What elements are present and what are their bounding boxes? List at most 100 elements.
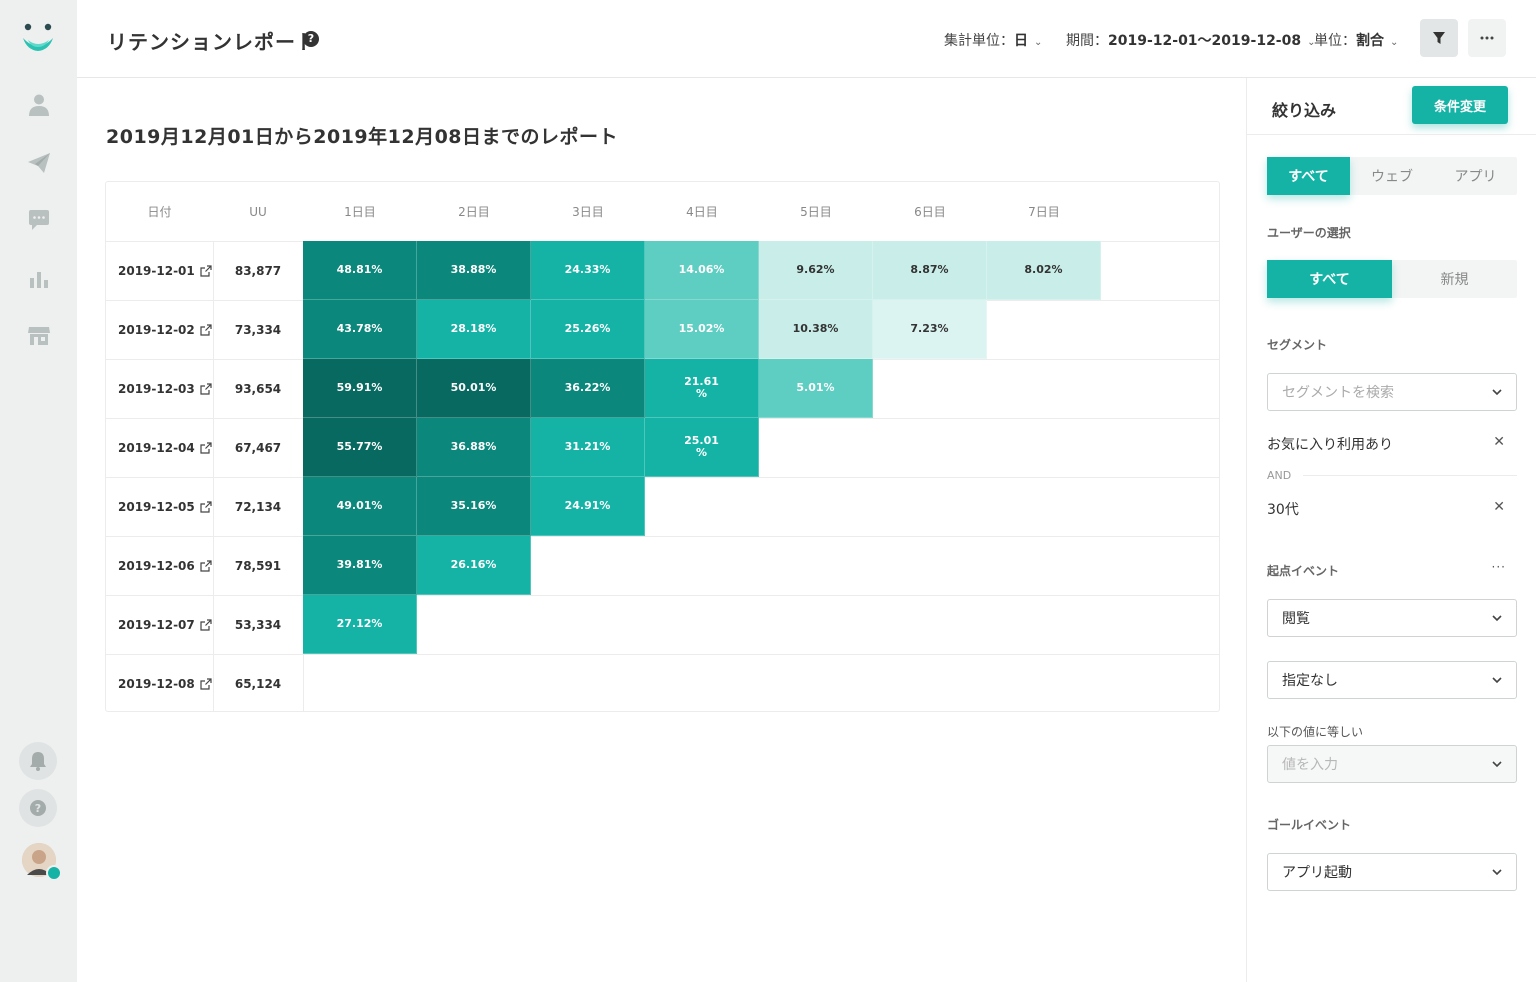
value-input-placeholder: 値を入力 [1282, 757, 1338, 773]
retention-cell[interactable]: 25.26% [531, 300, 645, 359]
external-link-icon [200, 442, 212, 454]
retention-cell[interactable]: 49.01% [303, 477, 417, 536]
svg-text:?: ? [35, 802, 41, 815]
retention-cell[interactable]: 7.23% [873, 300, 987, 359]
user-icon [29, 94, 49, 116]
bar-chart-icon [30, 272, 48, 288]
nav-users[interactable] [24, 90, 54, 120]
period-value: 2019-12-01〜2019-12-08 [1108, 33, 1302, 49]
retention-cell[interactable]: 38.88% [417, 241, 531, 300]
retention-cell[interactable]: 36.22% [531, 359, 645, 418]
retention-cell[interactable]: 55.77% [303, 418, 417, 477]
goal-event-value: アプリ起動 [1282, 865, 1352, 881]
retention-cell[interactable]: 21.61 % [645, 359, 759, 418]
retention-cell[interactable]: 9.62% [759, 241, 873, 300]
tab-platform-web[interactable]: ウェブ [1350, 157, 1434, 195]
help-circle-icon[interactable]: ? [303, 31, 319, 47]
retention-cell[interactable]: 39.81% [303, 536, 417, 595]
aggregation-dropdown[interactable]: 集計単位：日 ⌄ [944, 30, 1042, 50]
equals-label: 以下の値に等しい [1267, 725, 1364, 739]
start-event-select[interactable]: 閲覧 [1267, 599, 1517, 637]
retention-cell[interactable]: 31.21% [531, 418, 645, 477]
retention-cell[interactable]: 28.18% [417, 300, 531, 359]
row-date: 2019-12-06 [118, 559, 195, 573]
goal-event-label: ゴールイベント [1267, 818, 1352, 832]
retention-cell[interactable]: 10.38% [759, 300, 873, 359]
start-event-property-select[interactable]: 指定なし [1267, 661, 1517, 699]
retention-cell[interactable]: 48.81% [303, 241, 417, 300]
goal-event-select[interactable]: アプリ起動 [1267, 853, 1517, 891]
more-horizontal-icon[interactable]: ··· [1492, 560, 1506, 574]
segment-search-select[interactable]: セグメントを検索 [1267, 373, 1517, 411]
retention-cell[interactable]: 26.16% [417, 536, 531, 595]
row-date-link[interactable]: 2019-12-03 [106, 360, 213, 418]
more-horizontal-icon [1480, 36, 1494, 40]
condition-label: お気に入り利用あり [1267, 437, 1393, 453]
condition-label: 30代 [1267, 502, 1299, 518]
store-icon [28, 327, 50, 345]
left-nav-rail: ? [0, 0, 77, 982]
row-uu: 72,134 [234, 500, 282, 514]
row-date-link[interactable]: 2019-12-02 [106, 301, 213, 359]
retention-cell[interactable]: 43.78% [303, 300, 417, 359]
value-input[interactable]: 値を入力 [1267, 745, 1517, 783]
row-date-link[interactable]: 2019-12-08 [106, 655, 213, 713]
tab-platform-app[interactable]: アプリ [1434, 157, 1517, 195]
external-link-icon [200, 678, 212, 690]
tab-user-all[interactable]: すべて [1267, 260, 1392, 298]
retention-cell[interactable]: 27.12% [303, 595, 417, 654]
chevron-down-icon [1492, 389, 1502, 396]
report-title: 2019月12月01日から2019年12月08日までのレポート [106, 126, 619, 148]
retention-cell[interactable]: 50.01% [417, 359, 531, 418]
row-uu: 78,591 [234, 559, 282, 573]
retention-cell[interactable]: 36.88% [417, 418, 531, 477]
retention-cell[interactable]: 14.06% [645, 241, 759, 300]
notifications-button[interactable] [19, 742, 57, 780]
row-date-link[interactable]: 2019-12-06 [106, 537, 213, 595]
row-date-link[interactable]: 2019-12-04 [106, 419, 213, 477]
nav-store[interactable] [24, 320, 54, 350]
nav-messages[interactable] [24, 205, 54, 235]
retention-cell[interactable]: 15.02% [645, 300, 759, 359]
row-date: 2019-12-04 [118, 441, 195, 455]
filter-panel: 絞り込み 条件変更 すべて ウェブ アプリ ユーザーの選択 すべて 新規 セグメ… [1246, 78, 1536, 982]
row-date: 2019-12-01 [118, 264, 195, 278]
period-dropdown[interactable]: 期間：2019-12-01〜2019-12-08 ⌄ [1066, 30, 1316, 50]
nav-reports[interactable] [24, 263, 54, 293]
retention-cell[interactable]: 24.91% [531, 477, 645, 536]
row-date-link[interactable]: 2019-12-01 [106, 242, 213, 300]
apply-conditions-button[interactable]: 条件変更 [1412, 86, 1508, 124]
aggregation-label: 集計単位： [944, 33, 1014, 49]
external-link-icon [200, 560, 212, 572]
period-label: 期間： [1066, 33, 1108, 49]
user-select-label: ユーザーの選択 [1267, 226, 1351, 240]
page-title: リテンションレポート [107, 30, 317, 54]
retention-cell[interactable]: 24.33% [531, 241, 645, 300]
filter-panel-title: 絞り込み [1272, 101, 1337, 120]
brand-logo-icon[interactable] [19, 20, 57, 56]
retention-cell[interactable]: 8.02% [987, 241, 1101, 300]
more-button[interactable] [1468, 19, 1506, 57]
chat-icon [29, 210, 49, 230]
top-header: リテンションレポート ? 集計単位：日 ⌄ 期間：2019-12-01〜2019-… [77, 0, 1536, 78]
chevron-down-icon [1492, 869, 1502, 876]
column-header-date: 日付 [147, 205, 172, 219]
close-icon[interactable]: ✕ [1493, 499, 1505, 515]
avatar[interactable] [22, 843, 62, 881]
unit-dropdown[interactable]: 単位：割合 ⌄ [1314, 30, 1398, 50]
close-icon[interactable]: ✕ [1493, 434, 1505, 450]
segment-search-placeholder: セグメントを検索 [1282, 385, 1394, 401]
help-button[interactable]: ? [19, 789, 57, 827]
retention-cell[interactable]: 35.16% [417, 477, 531, 536]
row-date-link[interactable]: 2019-12-07 [106, 596, 213, 654]
retention-cell[interactable]: 25.01 % [645, 418, 759, 477]
retention-cell[interactable]: 5.01% [759, 359, 873, 418]
row-date-link[interactable]: 2019-12-05 [106, 478, 213, 536]
tab-user-new[interactable]: 新規 [1392, 260, 1517, 298]
retention-cell[interactable]: 8.87% [873, 241, 987, 300]
filter-toggle-button[interactable] [1420, 19, 1458, 57]
nav-campaigns[interactable] [24, 148, 54, 178]
tab-platform-all[interactable]: すべて [1267, 157, 1350, 195]
retention-cell[interactable]: 59.91% [303, 359, 417, 418]
external-link-icon [200, 383, 212, 395]
